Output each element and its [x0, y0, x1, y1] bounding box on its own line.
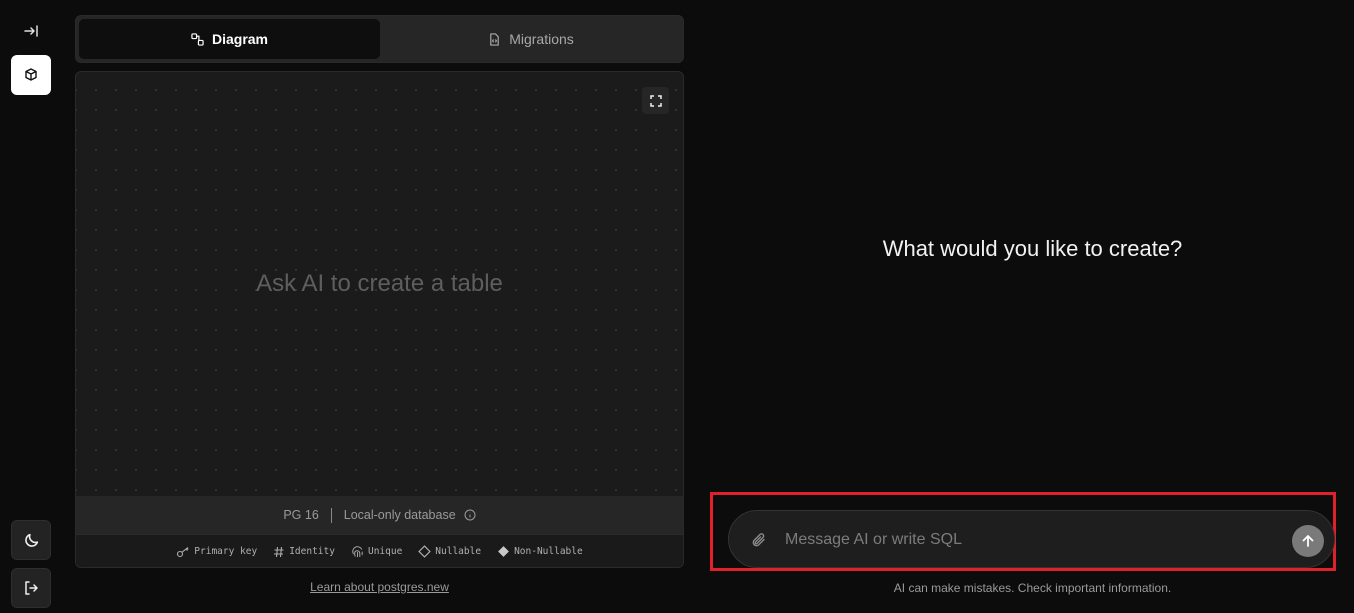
collapse-sidebar-button[interactable]	[11, 11, 51, 51]
tab-migrations[interactable]: Migrations	[382, 19, 680, 59]
left-rail	[0, 0, 62, 613]
key-icon	[177, 546, 189, 557]
empty-canvas-message: Ask AI to create a table	[256, 270, 503, 297]
legend-identity-label: Identity	[289, 546, 335, 557]
arrow-up-icon	[1302, 535, 1314, 547]
moon-icon	[24, 533, 38, 547]
view-tabs: Diagram Migrations	[75, 15, 684, 63]
ai-disclaimer: AI can make mistakes. Check important in…	[893, 581, 1172, 595]
collapse-sidebar-icon	[24, 25, 38, 37]
logout-button[interactable]	[11, 568, 51, 608]
status-bar: PG 16 Local-only database	[76, 496, 683, 534]
legend-identity: Identity	[273, 546, 335, 558]
chat-input-container	[728, 510, 1335, 568]
legend-nullable: Nullable	[418, 545, 481, 558]
logout-icon	[25, 581, 38, 595]
legend-non-nullable-label: Non-Nullable	[514, 546, 583, 557]
legend-bar: Primary key Identity Unique Nullable Non…	[76, 534, 683, 567]
file-code-icon	[490, 32, 500, 46]
database-button[interactable]	[11, 55, 51, 95]
learn-about-link[interactable]: Learn about postgres.new	[75, 580, 684, 594]
send-button[interactable]	[1292, 525, 1324, 557]
expand-icon	[649, 94, 662, 107]
diamond-outline-icon	[418, 545, 432, 558]
legend-nullable-label: Nullable	[435, 546, 482, 557]
legend-unique: Unique	[351, 545, 402, 558]
attach-button[interactable]	[749, 530, 769, 550]
status-divider	[330, 507, 332, 523]
diagram-canvas[interactable]: Ask AI to create a table PG 16 Local-onl…	[75, 71, 684, 568]
theme-toggle-button[interactable]	[11, 520, 51, 560]
pg-version: PG 16	[283, 508, 319, 522]
tab-diagram-label: Diagram	[211, 31, 269, 47]
info-icon[interactable]	[464, 509, 476, 521]
legend-unique-label: Unique	[367, 546, 403, 557]
hash-icon	[274, 546, 284, 557]
paperclip-icon	[752, 533, 765, 547]
chat-headline: What would you like to create?	[882, 236, 1183, 261]
fullscreen-button[interactable]	[642, 87, 669, 114]
tab-migrations-label: Migrations	[509, 31, 574, 47]
legend-primary-key: Primary key	[176, 546, 257, 558]
fingerprint-icon	[352, 546, 363, 558]
legend-non-nullable: Non-Nullable	[497, 545, 583, 558]
db-type-label: Local-only database	[343, 508, 456, 522]
diagram-icon	[191, 32, 204, 46]
message-input[interactable]	[785, 525, 1275, 555]
database-icon	[25, 68, 37, 81]
legend-primary-key-label: Primary key	[194, 546, 258, 557]
diamond-filled-icon	[498, 546, 509, 557]
tab-diagram[interactable]: Diagram	[79, 19, 380, 59]
